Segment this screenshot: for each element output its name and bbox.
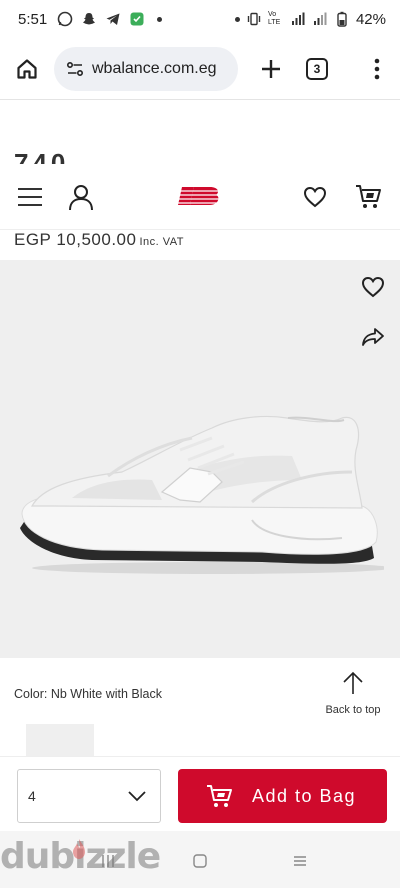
product-title-partial: 740 [14,152,69,164]
web-page: 740 EGP 10,500.00 Inc. VAT [0,100,400,831]
system-icons: Vo LTE 42% [231,11,386,28]
vibrate-icon [246,11,262,27]
new-tab-button[interactable] [254,52,288,86]
flame-icon [73,839,85,859]
new-balance-logo[interactable] [176,184,224,208]
product-shoe-image [20,415,384,574]
back-to-top-label: Back to top [325,704,381,716]
battery-percent: 42% [355,10,386,28]
cart-icon [207,785,232,807]
app-notification-icon [129,11,145,27]
hamburger-menu-button[interactable] [18,185,42,209]
browser-toolbar: wbalance.com.eg 3 [0,38,400,100]
status-time: 5:51 [18,10,48,28]
tab-switcher-button[interactable]: 3 [306,57,328,80]
more-vertical-icon [374,58,380,79]
address-bar[interactable]: wbalance.com.eg [54,46,238,91]
plus-icon [262,59,280,78]
add-to-bag-label: Add to Bag [252,785,357,806]
arrow-up-icon [343,671,363,694]
product-thumbnail[interactable] [26,724,94,756]
account-button[interactable] [66,182,96,212]
notification-dot [234,16,240,22]
gallery-wishlist-button[interactable] [360,274,386,300]
battery-icon [334,11,350,27]
home-nav-icon[interactable] [192,853,208,869]
home-button[interactable] [10,52,44,86]
home-icon [17,58,37,79]
status-bar: 5:51 Vo LTE 42% [0,0,400,38]
signal-icon-secondary [312,11,328,27]
price-row: EGP 10,500.00 Inc. VAT [14,230,184,250]
heart-icon [303,186,327,208]
overflow-menu-button[interactable] [364,52,390,86]
back-to-top-button[interactable]: Back to top [320,670,386,716]
color-label: Color: Nb White with Black [14,687,162,701]
add-to-bag-button[interactable]: Add to Bag [178,769,387,823]
price-vat-note: Inc. VAT [139,236,184,248]
product-image-gallery[interactable] [0,260,400,658]
user-icon [69,184,93,210]
site-header [0,164,400,230]
cart-button[interactable] [354,182,382,210]
notification-icons [57,11,163,27]
back-nav-icon[interactable] [292,853,308,869]
url-text[interactable]: wbalance.com.eg [92,60,217,78]
product-price: EGP 10,500.00 [14,230,137,249]
sticky-purchase-bar: 4 Add to Bag [0,756,400,831]
wishlist-button[interactable] [302,184,328,210]
size-select-value: 4 [28,788,36,804]
share-button[interactable] [360,324,386,350]
site-settings-icon[interactable] [64,58,86,80]
chevron-down-icon [128,791,146,802]
size-select[interactable]: 4 [17,769,161,823]
cart-icon [356,185,381,208]
share-icon [362,328,384,346]
whatsapp-icon [57,11,73,27]
snapchat-icon [81,11,97,27]
more-notifications-dot [157,16,163,22]
signal-icon [290,11,306,27]
volte-label: Vo LTE [267,11,281,26]
heart-icon [361,276,385,298]
telegram-icon [105,11,121,27]
